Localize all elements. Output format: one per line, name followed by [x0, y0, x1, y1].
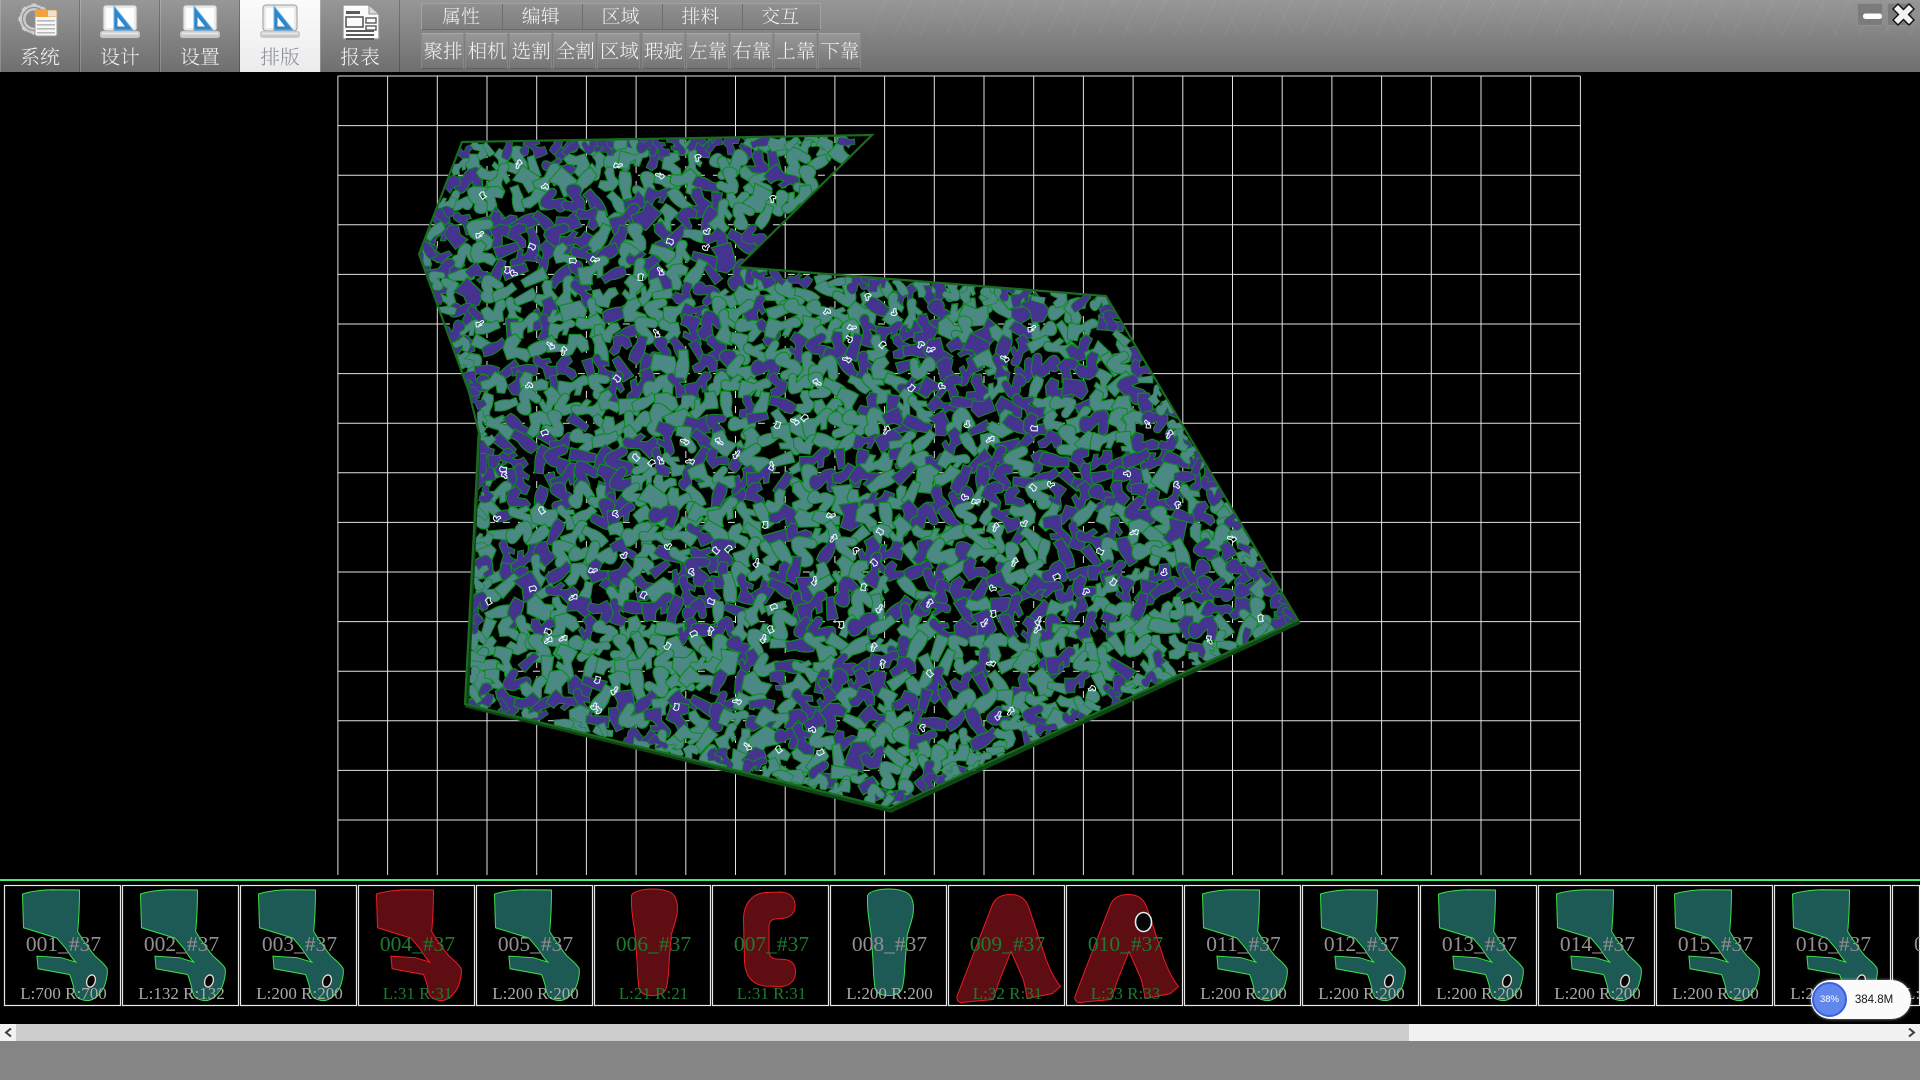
- svg-text:013_#37: 013_#37: [1442, 932, 1518, 956]
- svg-text:L:200 R:200: L:200 R:200: [1554, 984, 1640, 1003]
- svg-text:0: 0: [1914, 932, 1920, 956]
- svg-text:001_#37: 001_#37: [26, 932, 102, 956]
- svg-text:L:700 R:700: L:700 R:700: [20, 984, 106, 1003]
- svg-text:016_#37: 016_#37: [1796, 932, 1872, 956]
- svg-text:010_#37: 010_#37: [1088, 932, 1164, 956]
- svg-text:014_#37: 014_#37: [1560, 932, 1636, 956]
- svg-text:002_#37: 002_#37: [144, 932, 220, 956]
- svg-text:L:200 R:200: L:200 R:200: [1436, 984, 1522, 1003]
- svg-text:L:21 R:21: L:21 R:21: [619, 984, 688, 1003]
- svg-text:003_#37: 003_#37: [262, 932, 338, 956]
- svg-text:008_#37: 008_#37: [852, 932, 928, 956]
- svg-text:L:200 R:200: L:200 R:200: [846, 984, 932, 1003]
- svg-text:L:31 R:31: L:31 R:31: [737, 984, 806, 1003]
- svg-text:009_#37: 009_#37: [970, 932, 1046, 956]
- svg-text:L:132 R:132: L:132 R:132: [138, 984, 224, 1003]
- svg-text:006_#37: 006_#37: [616, 932, 692, 956]
- svg-text:012_#37: 012_#37: [1324, 932, 1400, 956]
- svg-text:015_#37: 015_#37: [1678, 932, 1754, 956]
- svg-text:005_#37: 005_#37: [498, 932, 574, 956]
- svg-text:L:200 R:200: L:200 R:200: [492, 984, 578, 1003]
- svg-text:L:200 R:200: L:200 R:200: [1672, 984, 1758, 1003]
- svg-text:L:200 R:200: L:200 R:200: [1200, 984, 1286, 1003]
- svg-text:007_#37: 007_#37: [734, 932, 810, 956]
- svg-text:011_#37: 011_#37: [1206, 932, 1281, 956]
- svg-text:L:31 R:31: L:31 R:31: [383, 984, 452, 1003]
- svg-text:L:33 R:33: L:33 R:33: [1091, 984, 1160, 1003]
- svg-text:004_#37: 004_#37: [380, 932, 456, 956]
- svg-text:L:32 R:31: L:32 R:31: [973, 984, 1042, 1003]
- svg-text:L:200 R:200: L:200 R:200: [1318, 984, 1404, 1003]
- svg-text:L:200 R:200: L:200 R:200: [256, 984, 342, 1003]
